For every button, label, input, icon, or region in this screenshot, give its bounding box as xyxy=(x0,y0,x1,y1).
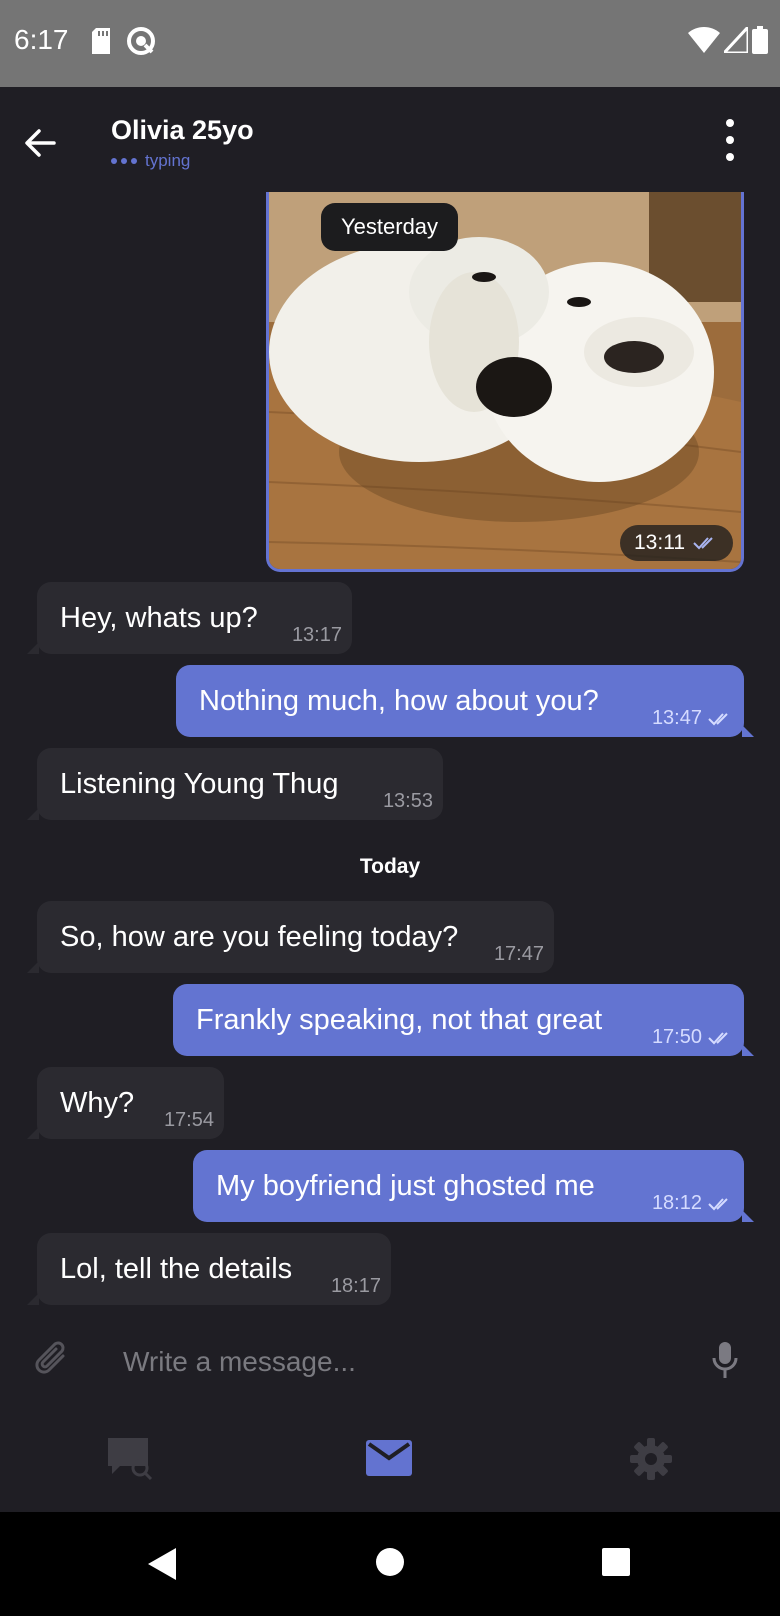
sync-icon xyxy=(126,26,156,61)
message-bubble-incoming[interactable]: Why? 17:54 xyxy=(27,1067,224,1139)
message-input[interactable]: Write a message... xyxy=(123,1346,356,1378)
message-bubble-incoming[interactable]: Lol, tell the details 18:17 xyxy=(27,1233,391,1305)
photo-timestamp: 13:11 xyxy=(620,525,733,561)
message-text: So, how are you feeling today? xyxy=(60,921,459,953)
contact-name[interactable]: Olivia 25yo xyxy=(111,115,254,146)
tab-search-chats[interactable] xyxy=(106,1436,154,1487)
battery-icon xyxy=(752,26,768,54)
nav-back-button[interactable] xyxy=(148,1548,176,1585)
status-icons xyxy=(688,26,768,54)
message-text: Frankly speaking, not that great xyxy=(196,1004,603,1036)
double-check-icon xyxy=(708,1197,728,1210)
double-check-icon xyxy=(708,712,728,725)
nav-home-button[interactable] xyxy=(376,1548,404,1581)
tab-messages[interactable] xyxy=(366,1440,412,1481)
typing-label: typing xyxy=(145,151,191,170)
nav-recents-button[interactable] xyxy=(602,1548,630,1581)
sd-card-icon xyxy=(90,28,112,59)
message-bubble-outgoing[interactable]: Nothing much, how about you? 13:47 xyxy=(176,665,754,737)
message-text: My boyfriend just ghosted me xyxy=(216,1170,595,1202)
microphone-icon xyxy=(712,1342,738,1378)
typing-dots-icon xyxy=(111,158,137,164)
message-bubble-outgoing[interactable]: My boyfriend just ghosted me 18:12 xyxy=(193,1150,754,1222)
message-time: 13:53 xyxy=(382,790,433,812)
bottom-tab-bar xyxy=(0,1412,780,1512)
chat-header: Olivia 25yo typing xyxy=(0,87,780,193)
tab-settings[interactable] xyxy=(628,1436,674,1487)
message-text: Hey, whats up? xyxy=(60,602,258,634)
more-options-button[interactable] xyxy=(724,119,736,161)
voice-message-button[interactable] xyxy=(710,1340,740,1385)
message-time: 18:12 xyxy=(652,1192,734,1215)
message-time: 17:50 xyxy=(652,1026,734,1049)
message-time: 17:47 xyxy=(493,943,544,965)
more-vertical-icon xyxy=(726,119,734,127)
message-bubble-outgoing[interactable]: Frankly speaking, not that great 17:50 xyxy=(173,984,754,1056)
status-time: 6:17 xyxy=(14,24,69,55)
message-bubble-incoming[interactable]: So, how are you feeling today? 17:47 xyxy=(27,901,554,973)
date-separator-yesterday: Yesterday xyxy=(321,203,459,251)
double-check-icon xyxy=(693,537,713,550)
square-recents-icon xyxy=(602,1548,630,1576)
wifi-icon xyxy=(688,27,720,53)
message-time: 17:54 xyxy=(163,1109,214,1131)
envelope-icon xyxy=(366,1440,412,1476)
attach-button[interactable] xyxy=(33,1338,71,1385)
typing-indicator: typing xyxy=(111,151,190,171)
status-bar: 6:17 xyxy=(0,0,780,87)
message-bubble-incoming[interactable]: Listening Young Thug 13:53 xyxy=(27,748,443,820)
message-bubble-incoming[interactable]: Hey, whats up? 13:17 xyxy=(27,582,352,654)
triangle-back-icon xyxy=(148,1548,176,1580)
message-time: 13:17 xyxy=(291,624,342,646)
signal-icon xyxy=(724,27,748,53)
message-composer: Write a message... xyxy=(0,1316,780,1412)
message-text: Listening Young Thug xyxy=(60,768,339,800)
message-time: 13:47 xyxy=(652,707,734,730)
message-text: Why? xyxy=(60,1087,135,1119)
gear-icon xyxy=(630,1438,672,1480)
date-separator-today: Today xyxy=(359,855,421,878)
arrow-left-icon xyxy=(25,129,56,157)
paperclip-icon xyxy=(35,1341,65,1374)
system-navigation-bar xyxy=(0,1512,780,1616)
circle-home-icon xyxy=(376,1548,404,1576)
message-time: 18:17 xyxy=(330,1275,381,1297)
back-button[interactable] xyxy=(22,125,58,161)
chat-search-icon xyxy=(108,1438,153,1481)
double-check-icon xyxy=(708,1031,728,1044)
message-text: Nothing much, how about you? xyxy=(199,685,599,717)
message-text: Lol, tell the details xyxy=(60,1253,293,1285)
